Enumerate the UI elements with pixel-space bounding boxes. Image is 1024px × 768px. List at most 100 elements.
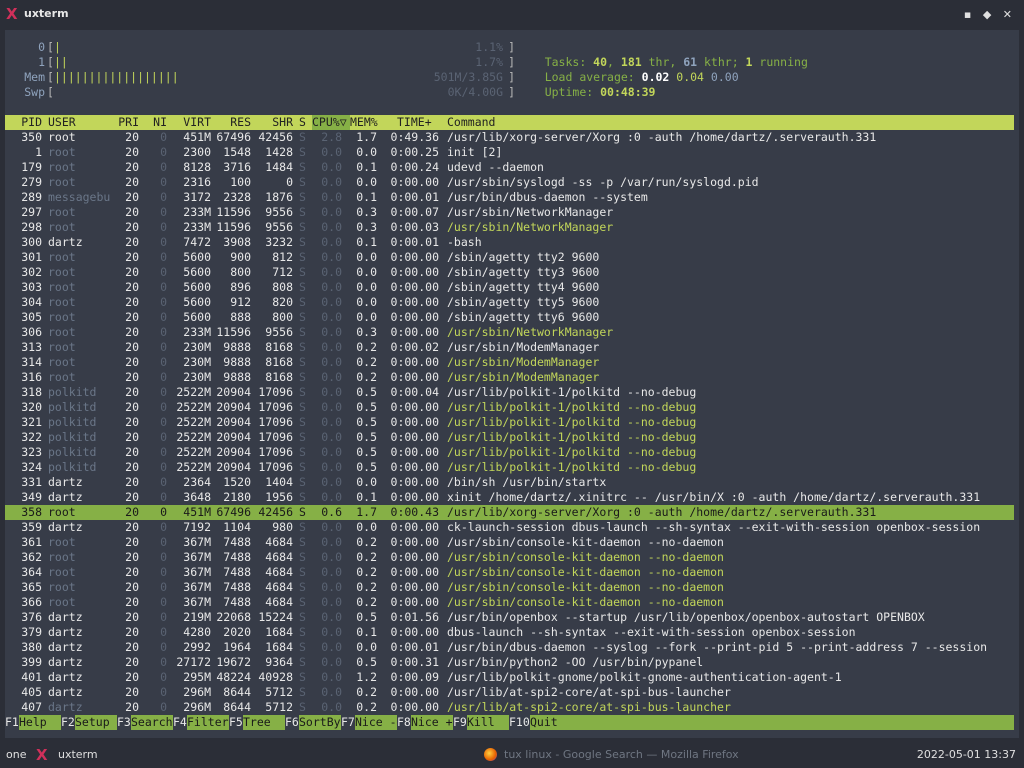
process-row[interactable]: 179 root 20 0 8128 3716 1484 S 0.0 0.1 0:00.24 udev… — [5, 160, 1014, 175]
process-row[interactable]: 331 dartz 20 0 2364 1520 1404 S 0.0 0.0 0:00.00/bi… — [5, 475, 1014, 490]
fkey-f10[interactable]: F10 — [509, 715, 530, 730]
col-shr[interactable]: SHR — [255, 115, 293, 130]
cell-cmd: /sbin/agetty tty4 9600 — [447, 280, 600, 294]
process-row[interactable]: 279 root 20 0 2316 100 0 S 0.0 0.0 0:00.00/usr/sbi… — [5, 175, 1014, 190]
process-row[interactable]: 323 polkitd 20 0 2522M 20904 17096 S 0.0 0.5 0:00.… — [5, 445, 1014, 460]
col-state[interactable]: S — [299, 115, 306, 130]
process-row[interactable]: 365 root 20 0 367M 7488 4684 S 0.0 0.2 0:00.00/usr… — [5, 580, 1014, 595]
taskbar[interactable]: one X uxterm tux linux - Google Search —… — [0, 742, 1024, 768]
col-command[interactable]: Command — [447, 115, 495, 130]
col-pri[interactable]: PRI — [115, 115, 139, 130]
cell-time: 0:01.56 — [390, 610, 439, 624]
process-row[interactable]: 361 root 20 0 367M 7488 4684 S 0.0 0.2 0:00.00/usr… — [5, 535, 1014, 550]
function-key-bar[interactable]: F1 Help F2 Setup F3 Search F4 Filter F5 Tree F6… — [5, 715, 1014, 730]
process-row[interactable]: 303 root 20 0 5600 896 808 S 0.0 0.0 0:00.00/sbin/… — [5, 280, 1014, 295]
fkey-label[interactable]: Tree — [243, 715, 285, 730]
cell-cpu: 0.0 — [321, 280, 342, 294]
process-row[interactable]: 407 dartz 20 0 296M 8644 5712 S 0.0 0.2 0:00.00/us… — [5, 700, 1014, 715]
window-titlebar[interactable]: X uxterm ▪ ◆ ✕ — [0, 0, 1024, 30]
cell-user: root — [48, 220, 76, 234]
fkey-f1[interactable]: F1 — [5, 715, 19, 730]
meter-bars: |||||||||||||||||| — [54, 70, 179, 84]
process-row[interactable]: 320 polkitd 20 0 2522M 20904 17096 S 0.0 0.5 0:00.… — [5, 400, 1014, 415]
fkey-label[interactable]: Quit — [530, 715, 558, 730]
process-row[interactable]: 289 messagebu 20 0 3172 2328 1876 S 0.0 0.1 0:00.0… — [5, 190, 1014, 205]
col-mem[interactable]: MEM% — [350, 115, 378, 130]
taskbar-item-uxterm[interactable]: uxterm — [58, 748, 98, 761]
process-row[interactable]: 358 root 20 0 451M 67496 42456 S 0.6 1.7 0:00.43/u… — [5, 505, 1014, 520]
col-virt[interactable]: VIRT — [171, 115, 211, 130]
cell-pri: 20 — [125, 430, 139, 444]
fkey-f8[interactable]: F8 — [397, 715, 411, 730]
cell-user: root — [48, 325, 76, 339]
process-row[interactable]: 306 root 20 0 233M 11596 9556 S 0.0 0.3 0:00.00/us… — [5, 325, 1014, 340]
fkey-f2[interactable]: F2 — [61, 715, 75, 730]
process-row[interactable]: 359 dartz 20 0 7192 1104 980 S 0.0 0.0 0:00.00 ck-l… — [5, 520, 1014, 535]
fkey-f5[interactable]: F5 — [229, 715, 243, 730]
process-row[interactable]: 313 root 20 0 230M 9888 8168 S 0.0 0.2 0:00.02/usr… — [5, 340, 1014, 355]
fkey-label[interactable]: Help — [19, 715, 61, 730]
process-row[interactable]: 349 dartz 20 0 3648 2180 1956 S 0.0 0.1 0:00.00 xin… — [5, 490, 1014, 505]
process-row[interactable]: 305 root 20 0 5600 888 800 S 0.0 0.0 0:00.00/sbin/… — [5, 310, 1014, 325]
cell-cmd: /usr/sbin/console-kit-daemon --no-daemon — [447, 580, 724, 594]
col-user[interactable]: USER — [48, 115, 76, 130]
process-row[interactable]: 318 polkitd 20 0 2522M 20904 17096 S 0.0 0.5 0:00.… — [5, 385, 1014, 400]
col-pid[interactable]: PID — [5, 115, 42, 130]
fkey-f6[interactable]: F6 — [285, 715, 299, 730]
process-row[interactable]: 297 root 20 0 233M 11596 9556 S 0.0 0.3 0:00.07/us… — [5, 205, 1014, 220]
process-row[interactable]: 379 dartz 20 0 4280 2020 1684 S 0.0 0.1 0:00.00 dbu… — [5, 625, 1014, 640]
terminal[interactable]: 0[| 1.1%] 1[|| 1.7%] Mem[|||||||||||||||||| 5… — [5, 30, 1019, 738]
fkey-label[interactable]: Nice - — [355, 715, 397, 730]
desktop-name[interactable]: one — [6, 748, 26, 761]
window-controls[interactable]: ▪ ◆ ✕ — [964, 8, 1016, 21]
process-row[interactable]: 366 root 20 0 367M 7488 4684 S 0.0 0.2 0:00.00/usr… — [5, 595, 1014, 610]
process-row[interactable]: 321 polkitd 20 0 2522M 20904 17096 S 0.0 0.5 0:00.… — [5, 415, 1014, 430]
cell-cmd: /usr/sbin/syslogd -ss -p /var/run/syslog… — [447, 175, 759, 189]
fkey-label[interactable]: SortBy — [299, 715, 341, 730]
col-res[interactable]: RES — [215, 115, 251, 130]
cell-mem: 0.2 — [356, 340, 377, 354]
process-row[interactable]: 405 dartz 20 0 296M 8644 5712 S 0.0 0.2 0:00.00/us… — [5, 685, 1014, 700]
fkey-f9[interactable]: F9 — [453, 715, 467, 730]
process-row[interactable]: 362 root 20 0 367M 7488 4684 S 0.0 0.2 0:00.00/usr… — [5, 550, 1014, 565]
process-row[interactable]: 324 polkitd 20 0 2522M 20904 17096 S 0.0 0.5 0:00.… — [5, 460, 1014, 475]
process-row[interactable]: 1 root 20 0 2300 1548 1428 S 0.0 0.0 0:00.25 init [… — [5, 145, 1014, 160]
process-row[interactable]: 301 root 20 0 5600 900 812 S 0.0 0.0 0:00.00/sbin/… — [5, 250, 1014, 265]
fkey-f4[interactable]: F4 — [173, 715, 187, 730]
cell-cpu: 0.0 — [321, 655, 342, 669]
process-table-header[interactable]: PID USER PRI NI VIRT RES SHR S CPU%▽ MEM… — [5, 115, 1014, 130]
cell-cmd: /usr/sbin/console-kit-daemon --no-daemon — [447, 535, 724, 549]
process-row[interactable]: 350 root 20 0 451M 67496 42456 S 2.8 1.7 0:49.36/u… — [5, 130, 1014, 145]
process-row[interactable]: 380 dartz 20 0 2992 1964 1684 S 0.0 0.0 0:00.01/us… — [5, 640, 1014, 655]
fkey-f3[interactable]: F3 — [117, 715, 131, 730]
process-row[interactable]: 316 root 20 0 230M 9888 8168 S 0.0 0.2 0:00.00/usr… — [5, 370, 1014, 385]
process-row[interactable]: 298 root 20 0 233M 11596 9556 S 0.0 0.3 0:00.03/us… — [5, 220, 1014, 235]
fkey-label[interactable]: Search — [131, 715, 173, 730]
process-row[interactable]: 322 polkitd 20 0 2522M 20904 17096 S 0.0 0.5 0:00.… — [5, 430, 1014, 445]
process-row[interactable]: 304 root 20 0 5600 912 820 S 0.0 0.0 0:00.00/sbin/… — [5, 295, 1014, 310]
process-row[interactable]: 314 root 20 0 230M 9888 8168 S 0.0 0.2 0:00.00/usr… — [5, 355, 1014, 370]
fkey-f7[interactable]: F7 — [341, 715, 355, 730]
cell-cpu: 0.0 — [321, 340, 342, 354]
col-cpu[interactable]: CPU%▽ — [312, 115, 350, 130]
cell-pid: 399 — [21, 655, 42, 669]
cell-cmd: /usr/sbin/ModemManager — [447, 355, 600, 369]
cell-shr: 9556 — [265, 220, 293, 234]
cell-res: 7488 — [223, 565, 251, 579]
process-row[interactable]: 399 dartz 20 0 27172 19672 9364 S 0.0 0.5 0:00.31 /… — [5, 655, 1014, 670]
col-time[interactable]: TIME+ — [397, 115, 432, 130]
fkey-label[interactable]: Filter — [187, 715, 229, 730]
fkey-label[interactable]: Setup — [75, 715, 117, 730]
fkey-label[interactable]: Kill — [467, 715, 509, 730]
taskbar-item-firefox[interactable]: tux linux - Google Search — Mozilla Fire… — [504, 748, 739, 761]
process-row[interactable]: 302 root 20 0 5600 800 712 S 0.0 0.0 0:00.00/sbin/… — [5, 265, 1014, 280]
cell-cmd: /usr/lib/polkit-1/polkitd --no-debug — [447, 445, 697, 459]
process-row[interactable]: 376 dartz 20 0 219M 22068 15224 S 0.0 0.5 0:01.56 /… — [5, 610, 1014, 625]
cell-virt: 3172 — [183, 190, 211, 204]
process-row[interactable]: 364 root 20 0 367M 7488 4684 S 0.0 0.2 0:00.00/usr… — [5, 565, 1014, 580]
process-row[interactable]: 300 dartz 20 0 7472 3908 3232 S 0.0 0.1 0:00.01 -ba… — [5, 235, 1014, 250]
fkey-label[interactable]: Nice + — [411, 715, 453, 730]
cell-pri: 20 — [125, 265, 139, 279]
col-ni[interactable]: NI — [145, 115, 167, 130]
process-row[interactable]: 401 dartz 20 0 295M 48224 40928 S 0.0 1.2 0:00.09 /… — [5, 670, 1014, 685]
